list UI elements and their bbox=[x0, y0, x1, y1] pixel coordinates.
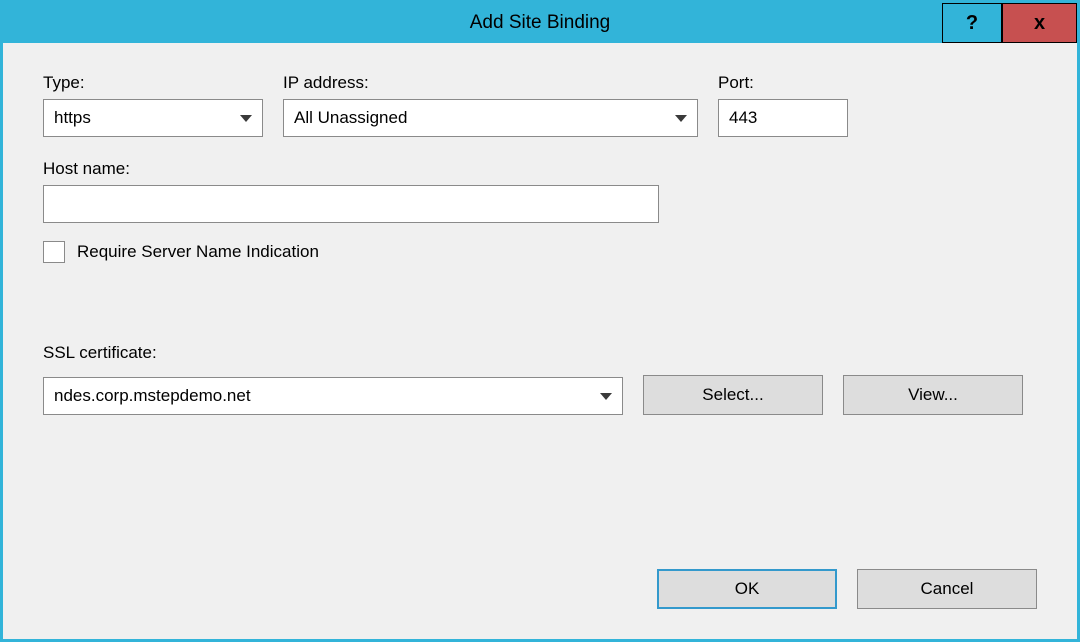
view-button[interactable]: View... bbox=[843, 375, 1023, 415]
chevron-down-icon bbox=[600, 393, 612, 400]
titlebar: Add Site Binding ? x bbox=[3, 3, 1077, 43]
help-button[interactable]: ? bbox=[942, 3, 1002, 43]
ip-combo[interactable]: All Unassigned bbox=[283, 99, 698, 137]
ssl-combo[interactable]: ndes.corp.mstepdemo.net bbox=[43, 377, 623, 415]
ok-button[interactable]: OK bbox=[657, 569, 837, 609]
type-label: Type: bbox=[43, 73, 263, 93]
dialog-title: Add Site Binding bbox=[470, 12, 611, 34]
ssl-label: SSL certificate: bbox=[43, 343, 1037, 363]
cancel-button[interactable]: Cancel bbox=[857, 569, 1037, 609]
type-combo[interactable]: https bbox=[43, 99, 263, 137]
port-input-wrapper bbox=[718, 99, 848, 137]
host-input[interactable] bbox=[54, 194, 648, 214]
close-button[interactable]: x bbox=[1002, 3, 1077, 43]
ssl-value: ndes.corp.mstepdemo.net bbox=[54, 386, 251, 406]
ip-value: All Unassigned bbox=[294, 108, 407, 128]
help-icon: ? bbox=[966, 12, 978, 35]
chevron-down-icon bbox=[240, 115, 252, 122]
port-label: Port: bbox=[718, 73, 848, 93]
close-icon: x bbox=[1034, 12, 1045, 35]
host-label: Host name: bbox=[43, 159, 1037, 179]
sni-label: Require Server Name Indication bbox=[77, 242, 319, 262]
type-value: https bbox=[54, 108, 91, 128]
add-site-binding-dialog: Add Site Binding ? x Type: https IP addr… bbox=[0, 0, 1080, 642]
ip-label: IP address: bbox=[283, 73, 698, 93]
select-button[interactable]: Select... bbox=[643, 375, 823, 415]
host-input-wrapper bbox=[43, 185, 659, 223]
port-input[interactable] bbox=[729, 108, 837, 128]
chevron-down-icon bbox=[675, 115, 687, 122]
sni-checkbox[interactable] bbox=[43, 241, 65, 263]
